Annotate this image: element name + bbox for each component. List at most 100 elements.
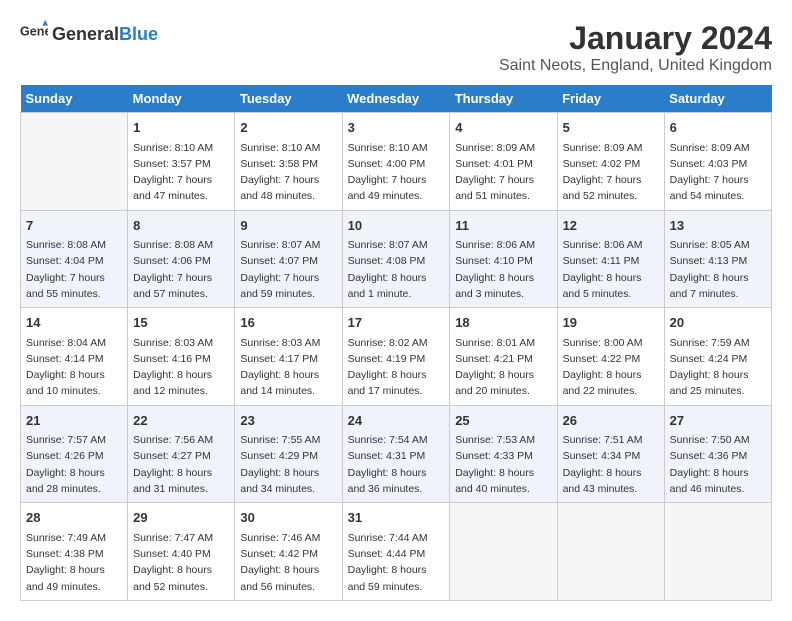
calendar-cell: 14Sunrise: 8:04 AMSunset: 4:14 PMDayligh… <box>21 308 128 406</box>
calendar-cell <box>21 113 128 211</box>
calendar-cell: 11Sunrise: 8:06 AMSunset: 4:10 PMDayligh… <box>450 210 557 308</box>
calendar-subtitle: Saint Neots, England, United Kingdom <box>499 57 772 75</box>
day-number: 30 <box>240 508 336 528</box>
calendar-cell: 31Sunrise: 7:44 AMSunset: 4:44 PMDayligh… <box>342 503 450 601</box>
calendar-table: SundayMondayTuesdayWednesdayThursdayFrid… <box>20 85 772 601</box>
calendar-cell: 3Sunrise: 8:10 AMSunset: 4:00 PMDaylight… <box>342 113 450 211</box>
day-number: 21 <box>26 411 122 431</box>
calendar-cell: 26Sunrise: 7:51 AMSunset: 4:34 PMDayligh… <box>557 405 664 503</box>
calendar-cell: 28Sunrise: 7:49 AMSunset: 4:38 PMDayligh… <box>21 503 128 601</box>
calendar-cell: 25Sunrise: 7:53 AMSunset: 4:33 PMDayligh… <box>450 405 557 503</box>
day-number: 13 <box>670 216 766 236</box>
day-number: 14 <box>26 313 122 333</box>
day-info: Sunrise: 8:07 AMSunset: 4:08 PMDaylight:… <box>348 237 445 302</box>
calendar-cell: 30Sunrise: 7:46 AMSunset: 4:42 PMDayligh… <box>235 503 342 601</box>
calendar-week-row: 1Sunrise: 8:10 AMSunset: 3:57 PMDaylight… <box>21 113 772 211</box>
weekday-header-wednesday: Wednesday <box>342 85 450 113</box>
day-info: Sunrise: 7:51 AMSunset: 4:34 PMDaylight:… <box>563 432 659 497</box>
calendar-week-row: 14Sunrise: 8:04 AMSunset: 4:14 PMDayligh… <box>21 308 772 406</box>
day-info: Sunrise: 8:04 AMSunset: 4:14 PMDaylight:… <box>26 335 122 400</box>
calendar-cell: 23Sunrise: 7:55 AMSunset: 4:29 PMDayligh… <box>235 405 342 503</box>
day-number: 11 <box>455 216 551 236</box>
day-info: Sunrise: 8:03 AMSunset: 4:16 PMDaylight:… <box>133 335 229 400</box>
calendar-cell: 24Sunrise: 7:54 AMSunset: 4:31 PMDayligh… <box>342 405 450 503</box>
calendar-cell: 21Sunrise: 7:57 AMSunset: 4:26 PMDayligh… <box>21 405 128 503</box>
calendar-cell: 5Sunrise: 8:09 AMSunset: 4:02 PMDaylight… <box>557 113 664 211</box>
day-number: 22 <box>133 411 229 431</box>
day-info: Sunrise: 8:02 AMSunset: 4:19 PMDaylight:… <box>348 335 445 400</box>
day-number: 3 <box>348 118 445 138</box>
day-info: Sunrise: 8:07 AMSunset: 4:07 PMDaylight:… <box>240 237 336 302</box>
day-number: 12 <box>563 216 659 236</box>
logo-general-text: General <box>52 24 119 44</box>
day-number: 7 <box>26 216 122 236</box>
day-info: Sunrise: 8:06 AMSunset: 4:11 PMDaylight:… <box>563 237 659 302</box>
calendar-cell: 27Sunrise: 7:50 AMSunset: 4:36 PMDayligh… <box>664 405 771 503</box>
day-number: 2 <box>240 118 336 138</box>
day-info: Sunrise: 7:47 AMSunset: 4:40 PMDaylight:… <box>133 530 229 595</box>
calendar-cell: 7Sunrise: 8:08 AMSunset: 4:04 PMDaylight… <box>21 210 128 308</box>
day-number: 29 <box>133 508 229 528</box>
logo: General GeneralBlue <box>20 20 158 48</box>
day-info: Sunrise: 7:55 AMSunset: 4:29 PMDaylight:… <box>240 432 336 497</box>
day-info: Sunrise: 7:53 AMSunset: 4:33 PMDaylight:… <box>455 432 551 497</box>
day-info: Sunrise: 7:49 AMSunset: 4:38 PMDaylight:… <box>26 530 122 595</box>
day-number: 24 <box>348 411 445 431</box>
day-info: Sunrise: 8:10 AMSunset: 3:57 PMDaylight:… <box>133 140 229 205</box>
calendar-cell <box>557 503 664 601</box>
calendar-cell: 19Sunrise: 8:00 AMSunset: 4:22 PMDayligh… <box>557 308 664 406</box>
weekday-header-saturday: Saturday <box>664 85 771 113</box>
calendar-week-row: 21Sunrise: 7:57 AMSunset: 4:26 PMDayligh… <box>21 405 772 503</box>
day-info: Sunrise: 8:08 AMSunset: 4:06 PMDaylight:… <box>133 237 229 302</box>
day-info: Sunrise: 8:09 AMSunset: 4:02 PMDaylight:… <box>563 140 659 205</box>
day-number: 18 <box>455 313 551 333</box>
day-info: Sunrise: 8:00 AMSunset: 4:22 PMDaylight:… <box>563 335 659 400</box>
weekday-header-thursday: Thursday <box>450 85 557 113</box>
calendar-title: January 2024 <box>499 20 772 57</box>
day-number: 6 <box>670 118 766 138</box>
weekday-header-monday: Monday <box>128 85 235 113</box>
day-number: 23 <box>240 411 336 431</box>
day-number: 25 <box>455 411 551 431</box>
day-number: 16 <box>240 313 336 333</box>
day-info: Sunrise: 8:10 AMSunset: 4:00 PMDaylight:… <box>348 140 445 205</box>
calendar-cell: 1Sunrise: 8:10 AMSunset: 3:57 PMDaylight… <box>128 113 235 211</box>
day-number: 8 <box>133 216 229 236</box>
day-number: 1 <box>133 118 229 138</box>
day-info: Sunrise: 8:09 AMSunset: 4:03 PMDaylight:… <box>670 140 766 205</box>
calendar-week-row: 7Sunrise: 8:08 AMSunset: 4:04 PMDaylight… <box>21 210 772 308</box>
day-number: 26 <box>563 411 659 431</box>
calendar-cell: 20Sunrise: 7:59 AMSunset: 4:24 PMDayligh… <box>664 308 771 406</box>
day-info: Sunrise: 8:10 AMSunset: 3:58 PMDaylight:… <box>240 140 336 205</box>
day-info: Sunrise: 7:54 AMSunset: 4:31 PMDaylight:… <box>348 432 445 497</box>
day-number: 31 <box>348 508 445 528</box>
calendar-cell: 17Sunrise: 8:02 AMSunset: 4:19 PMDayligh… <box>342 308 450 406</box>
day-info: Sunrise: 7:46 AMSunset: 4:42 PMDaylight:… <box>240 530 336 595</box>
weekday-header-row: SundayMondayTuesdayWednesdayThursdayFrid… <box>21 85 772 113</box>
calendar-cell <box>450 503 557 601</box>
day-info: Sunrise: 7:50 AMSunset: 4:36 PMDaylight:… <box>670 432 766 497</box>
calendar-week-row: 28Sunrise: 7:49 AMSunset: 4:38 PMDayligh… <box>21 503 772 601</box>
day-info: Sunrise: 7:59 AMSunset: 4:24 PMDaylight:… <box>670 335 766 400</box>
calendar-cell: 6Sunrise: 8:09 AMSunset: 4:03 PMDaylight… <box>664 113 771 211</box>
weekday-header-friday: Friday <box>557 85 664 113</box>
day-number: 9 <box>240 216 336 236</box>
calendar-cell: 12Sunrise: 8:06 AMSunset: 4:11 PMDayligh… <box>557 210 664 308</box>
weekday-header-sunday: Sunday <box>21 85 128 113</box>
day-number: 17 <box>348 313 445 333</box>
svg-text:General: General <box>20 24 48 38</box>
calendar-cell: 15Sunrise: 8:03 AMSunset: 4:16 PMDayligh… <box>128 308 235 406</box>
calendar-cell <box>664 503 771 601</box>
day-info: Sunrise: 8:05 AMSunset: 4:13 PMDaylight:… <box>670 237 766 302</box>
day-number: 10 <box>348 216 445 236</box>
calendar-cell: 9Sunrise: 8:07 AMSunset: 4:07 PMDaylight… <box>235 210 342 308</box>
day-info: Sunrise: 8:09 AMSunset: 4:01 PMDaylight:… <box>455 140 551 205</box>
calendar-cell: 16Sunrise: 8:03 AMSunset: 4:17 PMDayligh… <box>235 308 342 406</box>
header: General GeneralBlue January 2024 Saint N… <box>20 20 772 75</box>
calendar-cell: 8Sunrise: 8:08 AMSunset: 4:06 PMDaylight… <box>128 210 235 308</box>
day-number: 19 <box>563 313 659 333</box>
calendar-cell: 13Sunrise: 8:05 AMSunset: 4:13 PMDayligh… <box>664 210 771 308</box>
day-info: Sunrise: 8:01 AMSunset: 4:21 PMDaylight:… <box>455 335 551 400</box>
day-info: Sunrise: 8:03 AMSunset: 4:17 PMDaylight:… <box>240 335 336 400</box>
calendar-cell: 4Sunrise: 8:09 AMSunset: 4:01 PMDaylight… <box>450 113 557 211</box>
